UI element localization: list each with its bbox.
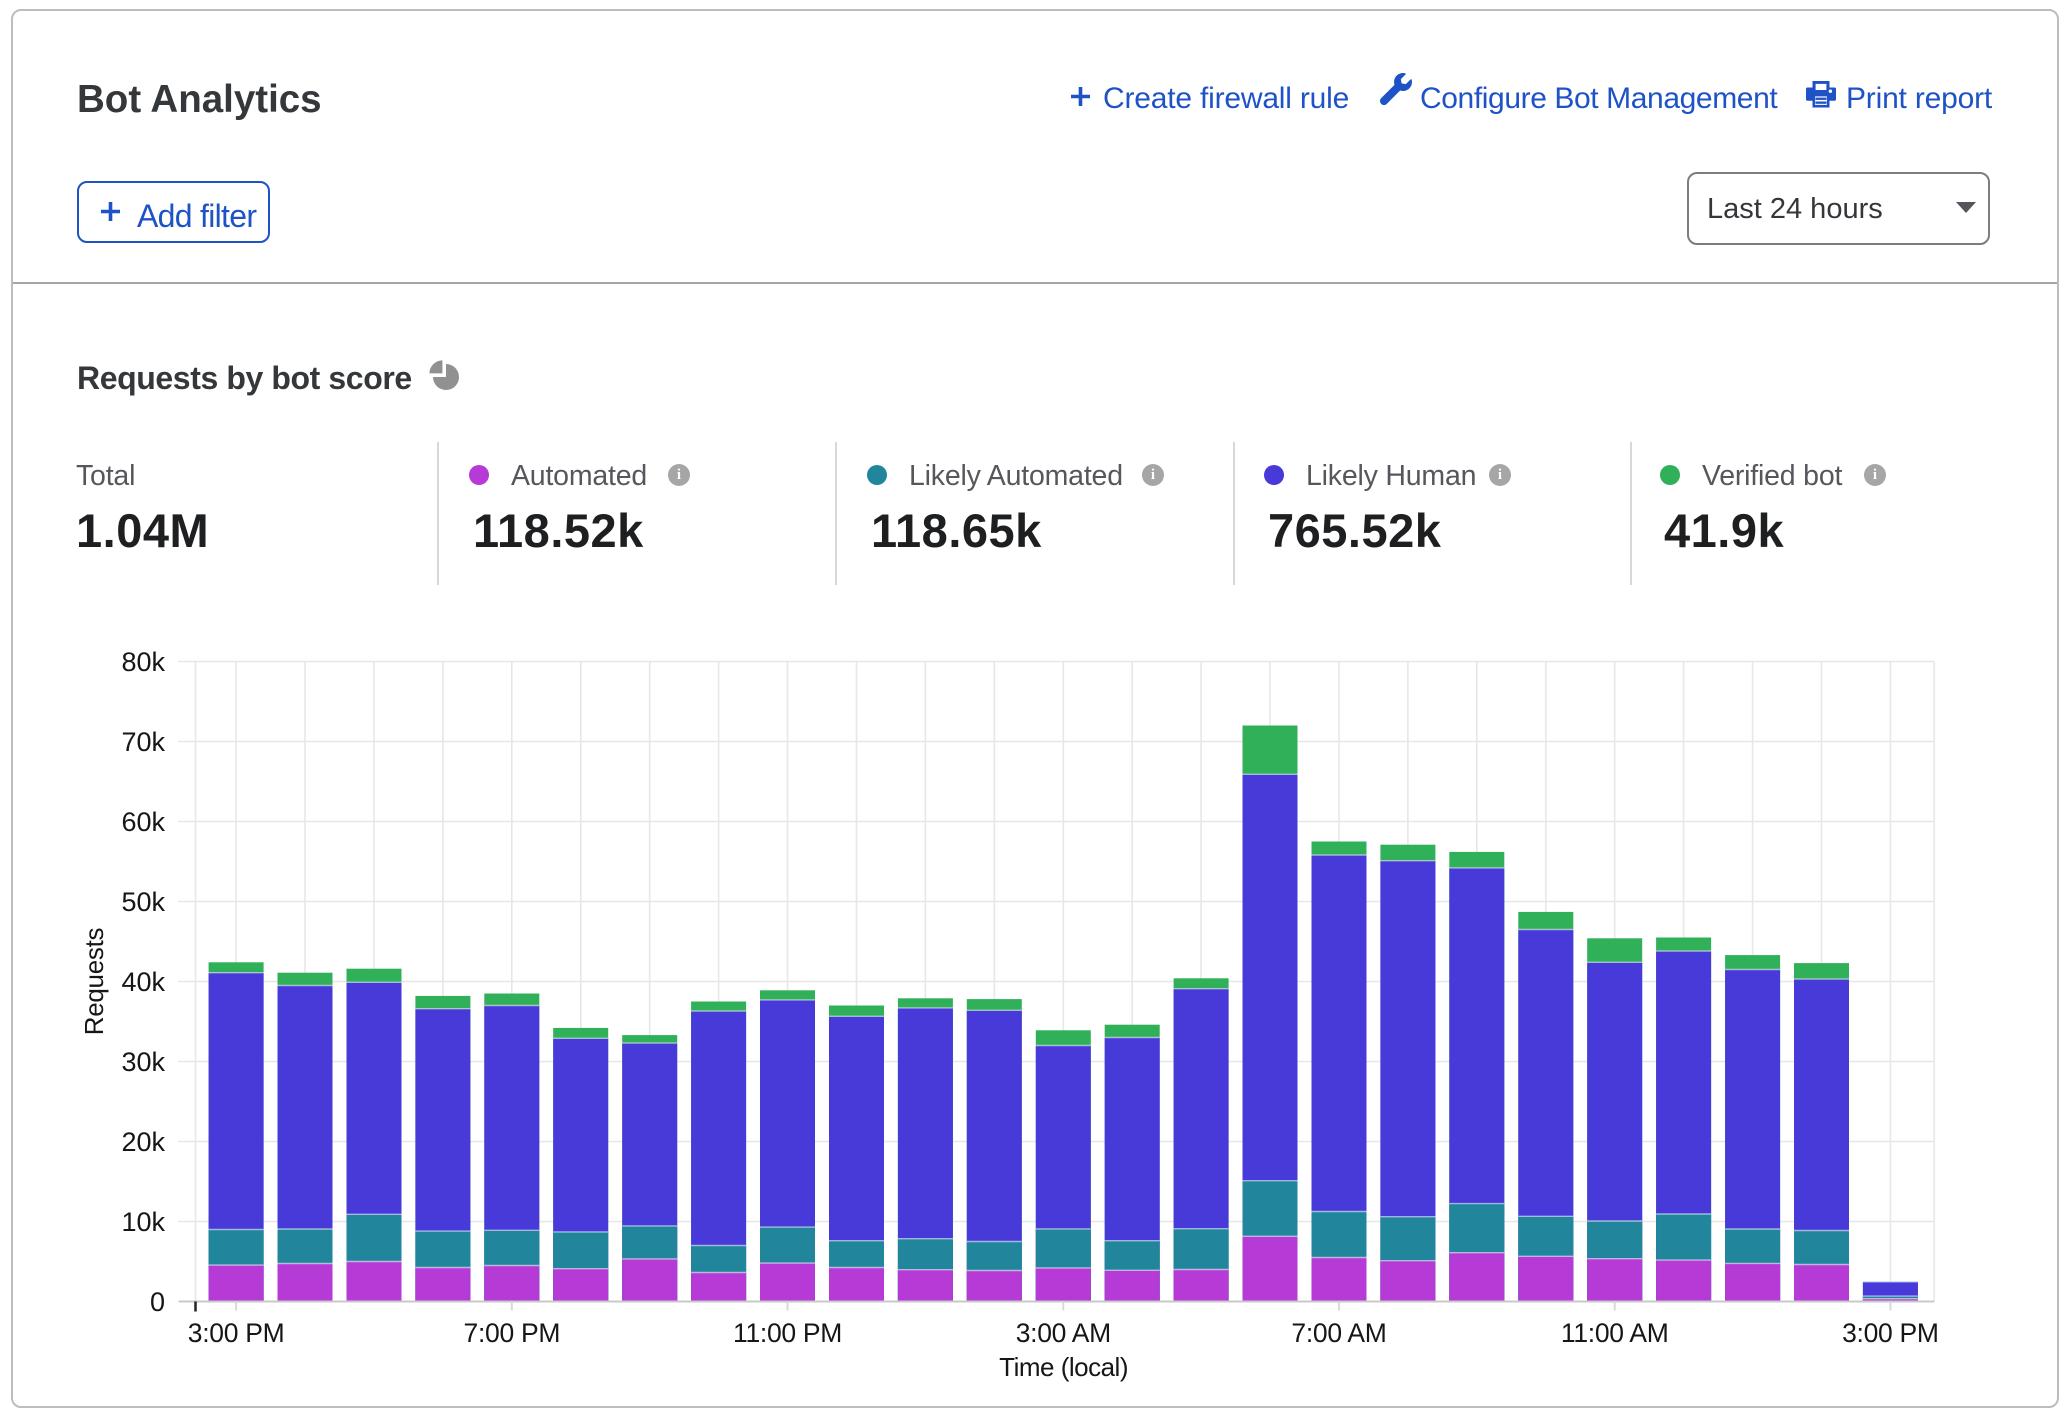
svg-text:80k: 80k bbox=[121, 647, 165, 677]
svg-text:7:00 AM: 7:00 AM bbox=[1291, 1318, 1386, 1348]
svg-text:3:00 AM: 3:00 AM bbox=[1016, 1318, 1111, 1348]
svg-text:50k: 50k bbox=[121, 887, 165, 917]
svg-text:11:00 AM: 11:00 AM bbox=[1561, 1318, 1669, 1348]
svg-text:60k: 60k bbox=[121, 807, 165, 837]
svg-text:3:00 PM: 3:00 PM bbox=[1842, 1318, 1939, 1348]
svg-text:0: 0 bbox=[150, 1287, 165, 1317]
svg-text:7:00 PM: 7:00 PM bbox=[464, 1318, 561, 1348]
svg-text:11:00 PM: 11:00 PM bbox=[733, 1318, 842, 1348]
svg-text:40k: 40k bbox=[121, 967, 165, 997]
svg-text:10k: 10k bbox=[121, 1207, 165, 1237]
svg-text:20k: 20k bbox=[121, 1127, 165, 1157]
svg-text:30k: 30k bbox=[121, 1047, 165, 1077]
svg-text:70k: 70k bbox=[121, 727, 165, 757]
svg-text:Time (local): Time (local) bbox=[999, 1352, 1128, 1382]
svg-text:3:00 PM: 3:00 PM bbox=[188, 1318, 285, 1348]
svg-text:Requests: Requests bbox=[79, 927, 109, 1035]
